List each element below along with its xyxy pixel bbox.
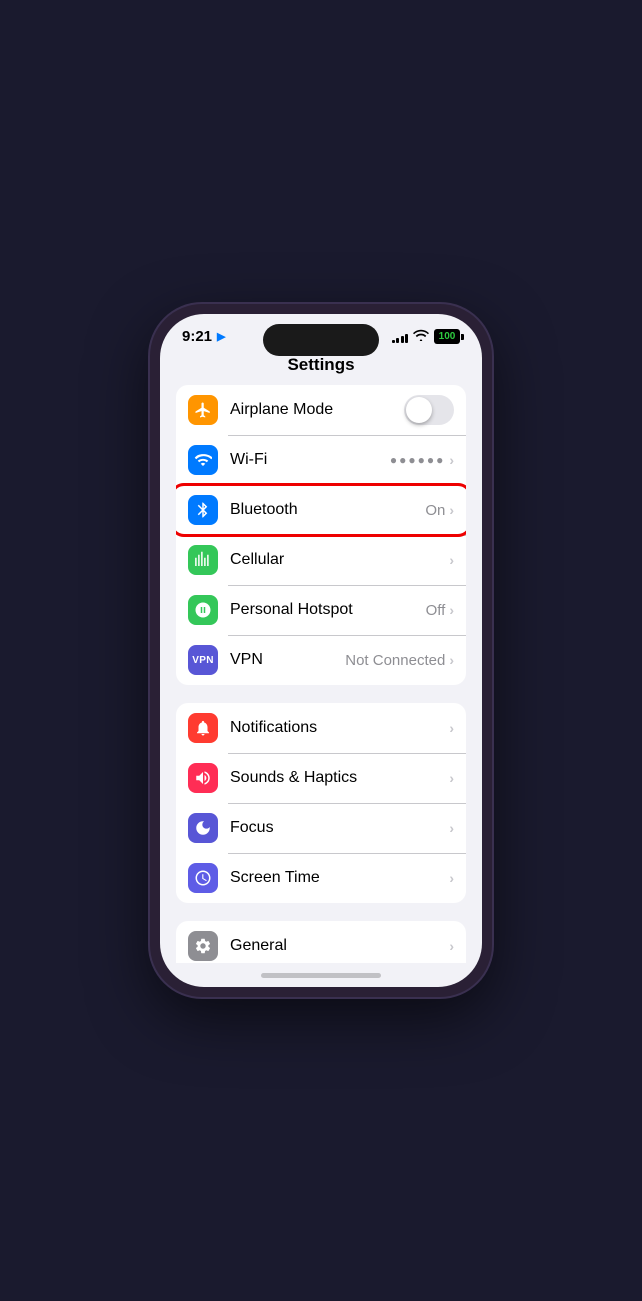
bar1 (392, 340, 395, 343)
battery-icon: 100 (434, 329, 460, 344)
bluetooth-label: Bluetooth (230, 501, 425, 519)
phone-frame: 9:21 ▶ 100 (150, 304, 492, 997)
wifi-value: ●●●●●● (390, 453, 446, 467)
group-system: General › Control Center › Display (176, 921, 466, 963)
vpn-value: Not Connected (345, 652, 445, 669)
wifi-chevron-icon: › (449, 452, 454, 468)
focus-chevron-icon: › (449, 820, 454, 836)
home-bar (261, 973, 381, 978)
notifications-icon (188, 713, 218, 743)
cellular-icon (188, 545, 218, 575)
settings-row-bluetooth[interactable]: Bluetooth On › (176, 485, 466, 535)
bluetooth-chevron-icon: › (449, 502, 454, 518)
status-icons: 100 (392, 329, 461, 344)
hotspot-label: Personal Hotspot (230, 601, 426, 619)
vpn-chevron-icon: › (449, 652, 454, 668)
screentime-icon (188, 863, 218, 893)
scroll-content[interactable]: Airplane Mode Wi-Fi ●●●●●● › (160, 385, 482, 963)
settings-row-hotspot[interactable]: Personal Hotspot Off › (176, 585, 466, 635)
settings-row-wifi[interactable]: Wi-Fi ●●●●●● › (176, 435, 466, 485)
bluetooth-icon (188, 495, 218, 525)
settings-row-focus[interactable]: Focus › (176, 803, 466, 853)
battery-level: 100 (439, 331, 456, 342)
cellular-chevron-icon: › (449, 552, 454, 568)
bar3 (401, 336, 404, 343)
focus-label: Focus (230, 819, 449, 837)
sounds-label: Sounds & Haptics (230, 769, 449, 787)
settings-row-sounds[interactable]: Sounds & Haptics › (176, 753, 466, 803)
status-time: 9:21 ▶ (182, 328, 226, 345)
wifi-icon (188, 445, 218, 475)
settings-row-screentime[interactable]: Screen Time › (176, 853, 466, 903)
wifi-status-icon (413, 329, 429, 344)
wifi-label: Wi-Fi (230, 451, 390, 469)
sounds-icon (188, 763, 218, 793)
general-icon (188, 931, 218, 961)
phone-screen: 9:21 ▶ 100 (160, 314, 482, 987)
hotspot-value: Off (426, 602, 446, 619)
airplane-icon (188, 395, 218, 425)
general-label: General (230, 937, 449, 955)
bar4 (405, 334, 408, 343)
vpn-label: VPN (230, 651, 345, 669)
hotspot-icon (188, 595, 218, 625)
airplane-toggle-knob (406, 397, 432, 423)
vpn-icon: VPN (188, 645, 218, 675)
notifications-chevron-icon: › (449, 720, 454, 736)
group-connectivity: Airplane Mode Wi-Fi ●●●●●● › (176, 385, 466, 685)
bluetooth-value: On (425, 502, 445, 519)
settings-row-vpn[interactable]: VPN VPN Not Connected › (176, 635, 466, 685)
general-chevron-icon: › (449, 938, 454, 954)
page-title: Settings (160, 351, 482, 385)
settings-row-general[interactable]: General › (176, 921, 466, 963)
settings-row-cellular[interactable]: Cellular › (176, 535, 466, 585)
airplane-label: Airplane Mode (230, 401, 404, 419)
notifications-label: Notifications (230, 719, 449, 737)
location-arrow-icon: ▶ (217, 330, 225, 343)
screentime-chevron-icon: › (449, 870, 454, 886)
sounds-chevron-icon: › (449, 770, 454, 786)
bar2 (396, 338, 399, 343)
signal-bars-icon (392, 331, 409, 343)
group-notifications: Notifications › Sounds & Haptics › (176, 703, 466, 903)
settings-row-notifications[interactable]: Notifications › (176, 703, 466, 753)
focus-icon (188, 813, 218, 843)
home-indicator (160, 963, 482, 987)
screentime-label: Screen Time (230, 869, 449, 887)
settings-row-airplane[interactable]: Airplane Mode (176, 385, 466, 435)
cellular-label: Cellular (230, 551, 449, 569)
airplane-toggle[interactable] (404, 395, 454, 425)
hotspot-chevron-icon: › (449, 602, 454, 618)
dynamic-island (263, 324, 379, 356)
time-display: 9:21 (182, 328, 212, 345)
